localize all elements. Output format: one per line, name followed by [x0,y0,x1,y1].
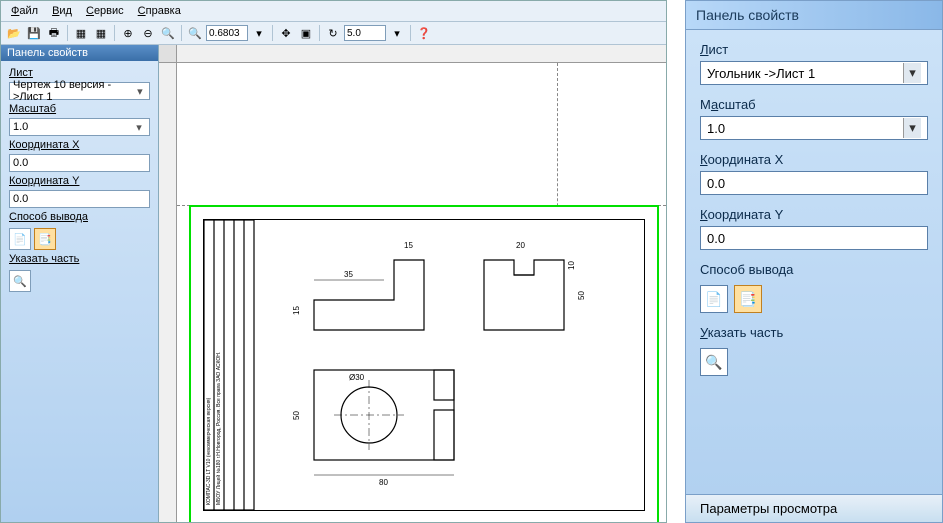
drawing-canvas[interactable]: 35 15 15 20 10 50 [159,45,666,522]
menu-help[interactable]: Справка [132,3,187,19]
print-preview-icon[interactable]: 🖶 [45,24,63,42]
coordy-label-right: Координата Y [700,207,928,222]
tab-view-params[interactable]: Параметры просмотра [686,494,942,522]
specify-row-right: 🔍 [700,348,928,376]
coordx-input-right[interactable]: 0.0 [700,171,928,195]
help-context-icon[interactable]: ❓ [415,24,433,42]
scale-label-left: Масштаб [9,103,150,115]
specify-label-right: Указать часть [700,325,928,340]
grid2-icon[interactable]: ▦ [92,24,110,42]
drawing-sheet: 35 15 15 20 10 50 [189,205,659,522]
svg-text:15: 15 [404,241,413,250]
work-area: Панель свойств Лист Чертеж 10 версия ->Л… [1,45,666,522]
open-icon[interactable]: 📂 [5,24,23,42]
chevron-down-icon: ▾ [132,121,146,134]
titleblock-side2: МБОУ Лицей №180 г.Н.Новгород, Россия. Вс… [215,352,222,505]
coordy-label-left: Координата Y [9,175,150,187]
sheet-dropdown-right[interactable]: Угольник ->Лист 1 ▾ [700,61,928,85]
scale-dropdown-right[interactable]: 1.0 ▾ [700,116,928,140]
sheet-label-left: Лист [9,67,150,79]
chevron-down-icon: ▾ [903,118,921,138]
dropdown2-icon[interactable]: ▾ [388,24,406,42]
sheet-dropdown-left[interactable]: Чертеж 10 версия ->Лист 1 ▾ [9,82,150,100]
ruler-vertical [159,63,177,522]
properties-panel-right: Панель свойств Лист Угольник ->Лист 1 ▾ … [685,0,943,523]
chevron-down-icon: ▾ [134,85,146,98]
save-icon[interactable]: 💾 [25,24,43,42]
output-mode-row-right: 📄 📑 [700,285,928,313]
svg-text:50: 50 [292,411,301,420]
coordy-input-right[interactable]: 0.0 [700,226,928,250]
step-input[interactable] [344,25,386,41]
output-mode-sheet-icon[interactable]: 📄 [700,285,728,313]
dropdown-icon[interactable]: ▾ [250,24,268,42]
output-mode-part-icon[interactable]: 📑 [34,228,56,250]
zoom-out-icon[interactable]: ⊖ [139,24,157,42]
cad-application-window: Файл Вид Сервис Справка 📂 💾 🖶 ▦ ▦ ⊕ ⊖ 🔍 … [0,0,667,523]
sheet-label-right: Лист [700,42,928,57]
specify-part-icon[interactable]: 🔍 [9,270,31,292]
titleblock-side: КОМПАС-3D LT V10 (некоммерческая версия) [206,397,212,505]
svg-text:80: 80 [379,478,388,487]
svg-text:20: 20 [516,241,525,250]
panel-title-left: Панель свойств [1,45,158,61]
specify-part-icon[interactable]: 🔍 [700,348,728,376]
coordx-input-left[interactable]: 0.0 [9,154,150,172]
svg-text:50: 50 [577,291,586,300]
ruler-horizontal [177,45,666,63]
svg-text:Ø30: Ø30 [349,373,365,382]
fit-page-icon[interactable]: ▣ [297,24,315,42]
zoom-window-icon[interactable]: 🔍 [159,24,177,42]
output-label-left: Способ вывода [9,211,150,223]
pan-icon[interactable]: ✥ [277,24,295,42]
chevron-down-icon: ▾ [903,63,921,83]
technical-drawing-svg: 35 15 15 20 10 50 [204,220,644,510]
menu-file[interactable]: Файл [5,3,44,19]
specify-row-left: 🔍 [9,270,150,292]
svg-text:15: 15 [292,306,301,315]
output-mode-part-icon[interactable]: 📑 [734,285,762,313]
svg-text:10: 10 [567,261,576,270]
zoom-value-input[interactable] [206,25,248,41]
menu-view[interactable]: Вид [46,3,78,19]
grid-icon[interactable]: ▦ [72,24,90,42]
panel-title-right: Панель свойств [686,1,942,30]
output-label-right: Способ вывода [700,262,928,277]
scale-dropdown-left[interactable]: 1.0 ▾ [9,118,150,136]
ruler-corner [159,45,177,63]
coordx-label-left: Координата X [9,139,150,151]
coordx-label-right: Координата X [700,152,928,167]
rotate-icon[interactable]: ↻ [324,24,342,42]
zoom-fit-icon[interactable]: 🔍 [186,24,204,42]
specify-label-left: Указать часть [9,253,150,265]
toolbar: 📂 💾 🖶 ▦ ▦ ⊕ ⊖ 🔍 🔍 ▾ ✥ ▣ ↻ ▾ ❓ [1,22,666,45]
properties-panel-left: Панель свойств Лист Чертеж 10 версия ->Л… [1,45,159,522]
coordy-input-left[interactable]: 0.0 [9,190,150,208]
menu-service[interactable]: Сервис [80,3,130,19]
output-mode-sheet-icon[interactable]: 📄 [9,228,31,250]
scale-label-right: Масштаб [700,97,928,112]
svg-text:35: 35 [344,270,353,279]
drawing-frame: 35 15 15 20 10 50 [203,219,645,511]
menu-bar: Файл Вид Сервис Справка [1,1,666,22]
output-mode-row-left: 📄 📑 [9,228,150,250]
zoom-in-icon[interactable]: ⊕ [119,24,137,42]
